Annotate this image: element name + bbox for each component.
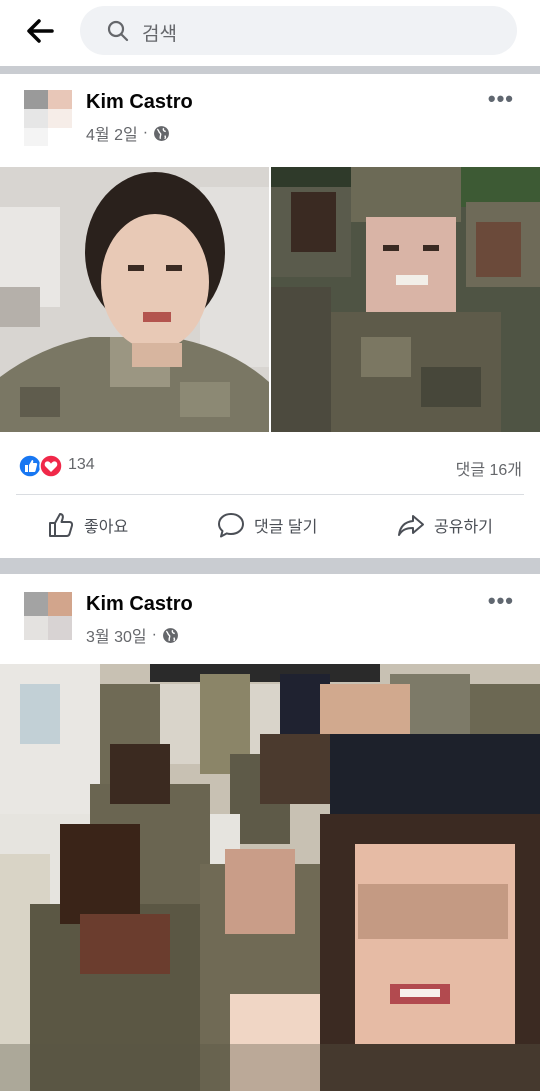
reaction-icons[interactable] xyxy=(18,454,64,478)
more-options-button[interactable]: ••• xyxy=(488,86,514,112)
comment-icon xyxy=(218,513,244,538)
top-bar: 검색 xyxy=(0,0,540,66)
post-actions: 좋아요 댓글 달기 공유하기 xyxy=(0,496,540,556)
feed-divider xyxy=(0,558,540,574)
post-photo-left[interactable] xyxy=(0,167,269,432)
meta-separator: · xyxy=(142,124,149,141)
back-button[interactable] xyxy=(22,16,58,46)
comment-button[interactable]: 댓글 달기 xyxy=(216,510,317,540)
thumbs-up-icon xyxy=(49,513,74,537)
share-label: 공유하기 xyxy=(434,519,493,536)
share-button[interactable]: 공유하기 xyxy=(396,510,493,540)
post-author[interactable]: Kim Castro xyxy=(86,91,193,114)
reactions-bar: 134 댓글 16개 xyxy=(0,432,540,492)
post-date[interactable]: 3월 30일 xyxy=(86,623,147,647)
post-date[interactable]: 4월 2일 xyxy=(86,121,138,145)
feed-divider xyxy=(0,66,540,74)
post-meta: 4월 2일 · xyxy=(86,121,170,145)
globe-icon xyxy=(154,125,169,141)
post-header: Kim Castro 4월 2일 · ••• xyxy=(0,74,540,164)
reactions-divider xyxy=(16,494,524,495)
more-icon: ••• xyxy=(487,588,514,613)
globe-icon xyxy=(162,627,178,643)
post-header: Kim Castro 3월 30일 · ••• xyxy=(0,574,540,664)
meta-separator: · xyxy=(151,626,157,643)
search-placeholder: 검색 xyxy=(142,24,177,45)
post-photo[interactable] xyxy=(0,664,540,1091)
avatar[interactable] xyxy=(24,90,72,146)
like-label: 좋아요 xyxy=(84,519,129,536)
share-icon xyxy=(398,515,424,536)
post-author[interactable]: Kim Castro xyxy=(86,593,193,616)
back-arrow-icon xyxy=(27,19,54,43)
post-meta: 3월 30일 · xyxy=(86,623,179,647)
more-icon: ••• xyxy=(487,86,514,111)
search-icon xyxy=(107,20,129,42)
reaction-count[interactable]: 134 xyxy=(68,456,95,474)
comment-count[interactable]: 댓글 16개 xyxy=(456,456,522,480)
more-options-button[interactable]: ••• xyxy=(488,588,514,614)
avatar[interactable] xyxy=(24,592,72,640)
search-input[interactable]: 검색 xyxy=(80,6,517,55)
comment-label: 댓글 달기 xyxy=(254,519,318,536)
post-photo-right[interactable] xyxy=(271,167,540,432)
like-button[interactable]: 좋아요 xyxy=(46,510,128,540)
